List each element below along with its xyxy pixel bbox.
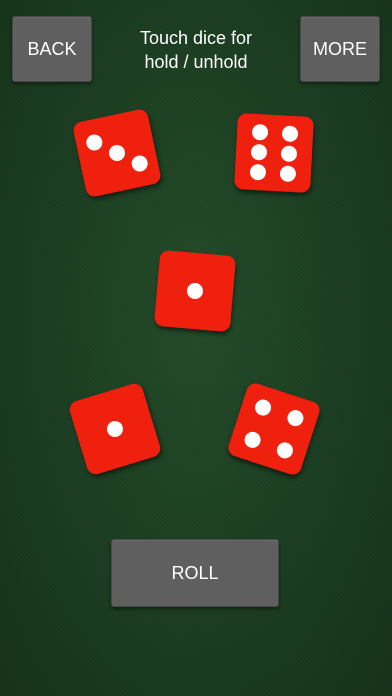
- die-pip: [250, 143, 268, 161]
- die-pip: [105, 419, 125, 439]
- die-pip: [107, 143, 127, 163]
- die-pip: [281, 125, 299, 143]
- die-pip: [251, 124, 269, 141]
- die-pip: [280, 145, 298, 163]
- instruction-text: Touch dice for hold / unhold: [110, 26, 282, 74]
- die-5[interactable]: [226, 381, 322, 477]
- back-button[interactable]: BACK: [12, 16, 92, 82]
- more-button[interactable]: MORE: [300, 16, 380, 82]
- die-3[interactable]: [153, 249, 237, 333]
- die-pip: [186, 282, 204, 300]
- die-pip: [253, 397, 274, 418]
- roll-button[interactable]: ROLL: [111, 539, 279, 607]
- instruction-line-1: Touch dice for: [139, 28, 253, 48]
- die-pip: [242, 429, 263, 450]
- die-pip: [129, 154, 149, 174]
- die-pip: [284, 408, 306, 429]
- die-pip: [274, 439, 295, 461]
- die-1[interactable]: [71, 107, 163, 199]
- die-pip: [85, 132, 104, 152]
- die-pip: [279, 165, 297, 182]
- die-2[interactable]: [234, 113, 314, 193]
- die-4[interactable]: [67, 381, 163, 477]
- instruction-line-2: hold / unhold: [144, 52, 248, 72]
- die-pip: [249, 163, 267, 181]
